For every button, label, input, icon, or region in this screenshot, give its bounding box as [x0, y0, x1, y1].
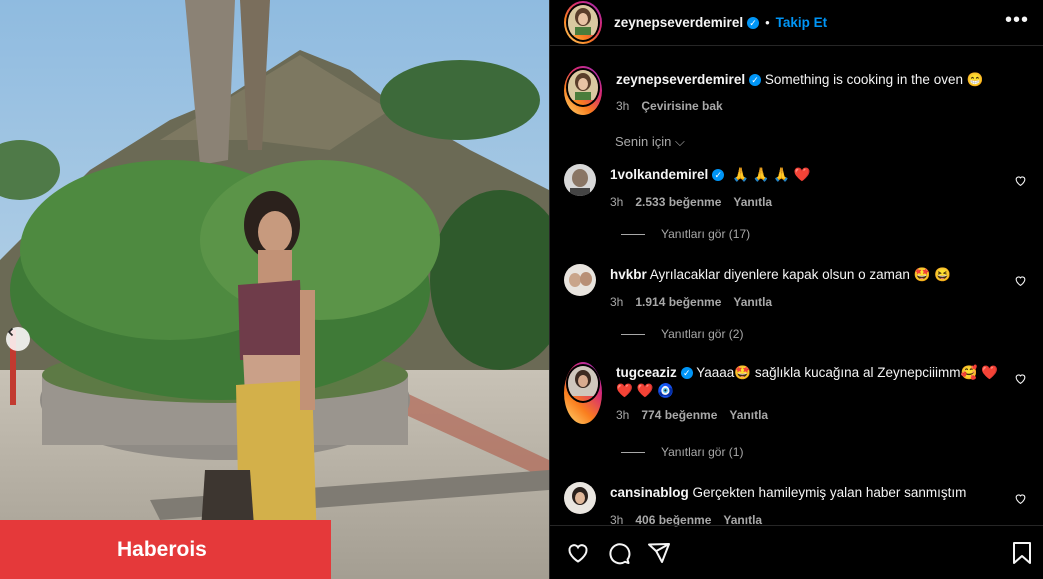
verified-badge-icon: ✓	[747, 16, 760, 29]
comment-likes[interactable]: 774 beğenme	[641, 406, 717, 424]
post-action-bar	[550, 525, 1043, 579]
view-replies-button[interactable]: Yanıtları gör (2)	[621, 327, 743, 341]
follow-button[interactable]: Takip Et	[776, 15, 828, 30]
like-comment-heart-icon[interactable]	[1014, 492, 1027, 505]
commenter-avatar[interactable]	[564, 362, 602, 424]
post-header: zeynepseverdemirel ✓ • Takip Et •••	[550, 0, 1043, 46]
caption: zeynepseverdemirel ✓ Something is cooking…	[564, 66, 1029, 115]
author-avatar[interactable]	[564, 1, 602, 44]
view-replies-label: Yanıtları gör (2)	[661, 327, 744, 341]
caption-text: Something is cooking in the oven 😁	[764, 72, 984, 87]
post-side-panel: zeynepseverdemirel ✓ • Takip Et ••• zeyn…	[549, 0, 1043, 579]
view-replies-label: Yanıtları gör (1)	[661, 445, 744, 459]
share-send-icon[interactable]	[647, 541, 671, 565]
save-bookmark-icon[interactable]	[1012, 541, 1032, 565]
comment-item: cansinablog Gerçekten hamileymiş yalan h…	[564, 482, 1029, 529]
like-heart-icon[interactable]	[566, 541, 590, 565]
commenter-avatar[interactable]	[564, 264, 596, 296]
comment-bubble-icon[interactable]	[607, 541, 631, 565]
reply-button[interactable]: Yanıtla	[733, 293, 772, 311]
comment-username[interactable]: tugceaziz	[616, 365, 677, 380]
verified-badge-icon: ✓	[749, 74, 762, 87]
watermark-banner: Haberois	[0, 520, 331, 579]
carousel-prev-button[interactable]	[6, 327, 30, 351]
commenter-avatar[interactable]	[564, 482, 596, 514]
comment-text: Gerçekten hamileymiş yalan haber sanmışt…	[692, 485, 967, 500]
like-comment-heart-icon[interactable]	[1014, 174, 1027, 187]
comment-item: 1volkandemirel ✓ 🙏 🙏 🙏 ❤️ 3h 2.533 beğenm…	[564, 164, 1029, 211]
comment-text-continued: ❤️ ❤️ 🧿	[616, 383, 674, 398]
verified-badge-icon: ✓	[680, 367, 693, 380]
comment-username[interactable]: hvkbr	[610, 267, 647, 282]
comment-username[interactable]: cansinablog	[610, 485, 689, 500]
caption-avatar[interactable]	[564, 66, 602, 115]
more-options-icon[interactable]: •••	[1005, 10, 1029, 30]
comment-text: Yaaaa🤩 sağlıkla kucağına al Zeynepciiimm…	[696, 365, 998, 380]
comment-username[interactable]: 1volkandemirel	[610, 167, 708, 182]
reply-button[interactable]: Yanıtla	[733, 193, 772, 211]
view-replies-button[interactable]: Yanıtları gör (1)	[621, 445, 743, 459]
like-comment-heart-icon[interactable]	[1014, 372, 1027, 385]
watermark-text: Haberois	[117, 537, 207, 561]
comment-time: 3h	[610, 295, 624, 309]
comment-time: 3h	[616, 408, 630, 422]
post-photo[interactable]: Haberois	[0, 0, 549, 579]
comment-item: hvkbr Ayrılacaklar diyenlere kapak olsun…	[564, 264, 1029, 311]
chevron-left-icon	[7, 327, 14, 337]
reply-button[interactable]: Yanıtla	[729, 406, 768, 424]
like-comment-heart-icon[interactable]	[1014, 274, 1027, 287]
author-username[interactable]: zeynepseverdemirel	[614, 15, 743, 30]
comment-text: 🙏 🙏 🙏 ❤️	[732, 167, 811, 182]
comment-item: tugceaziz ✓ Yaaaa🤩 sağlıkla kucağına al Z…	[564, 362, 1029, 424]
comment-sort-dropdown[interactable]: Senin için ⌵	[615, 134, 685, 150]
comment-text: Ayrılacaklar diyenlere kapak olsun o zam…	[649, 267, 952, 282]
view-replies-button[interactable]: Yanıtları gör (17)	[621, 227, 750, 241]
comment-likes[interactable]: 1.914 beğenme	[635, 293, 721, 311]
caption-username[interactable]: zeynepseverdemirel	[616, 72, 745, 87]
translate-link[interactable]: Çevirisine bak	[641, 97, 722, 115]
comment-likes[interactable]: 2.533 beğenme	[635, 193, 721, 211]
caption-time: 3h	[616, 99, 630, 113]
commenter-avatar[interactable]	[564, 164, 596, 196]
comment-time: 3h	[610, 195, 624, 209]
view-replies-label: Yanıtları gör (17)	[661, 227, 751, 241]
separator-dot: •	[765, 15, 770, 30]
post-image	[0, 0, 549, 579]
verified-badge-icon: ✓	[712, 169, 725, 182]
